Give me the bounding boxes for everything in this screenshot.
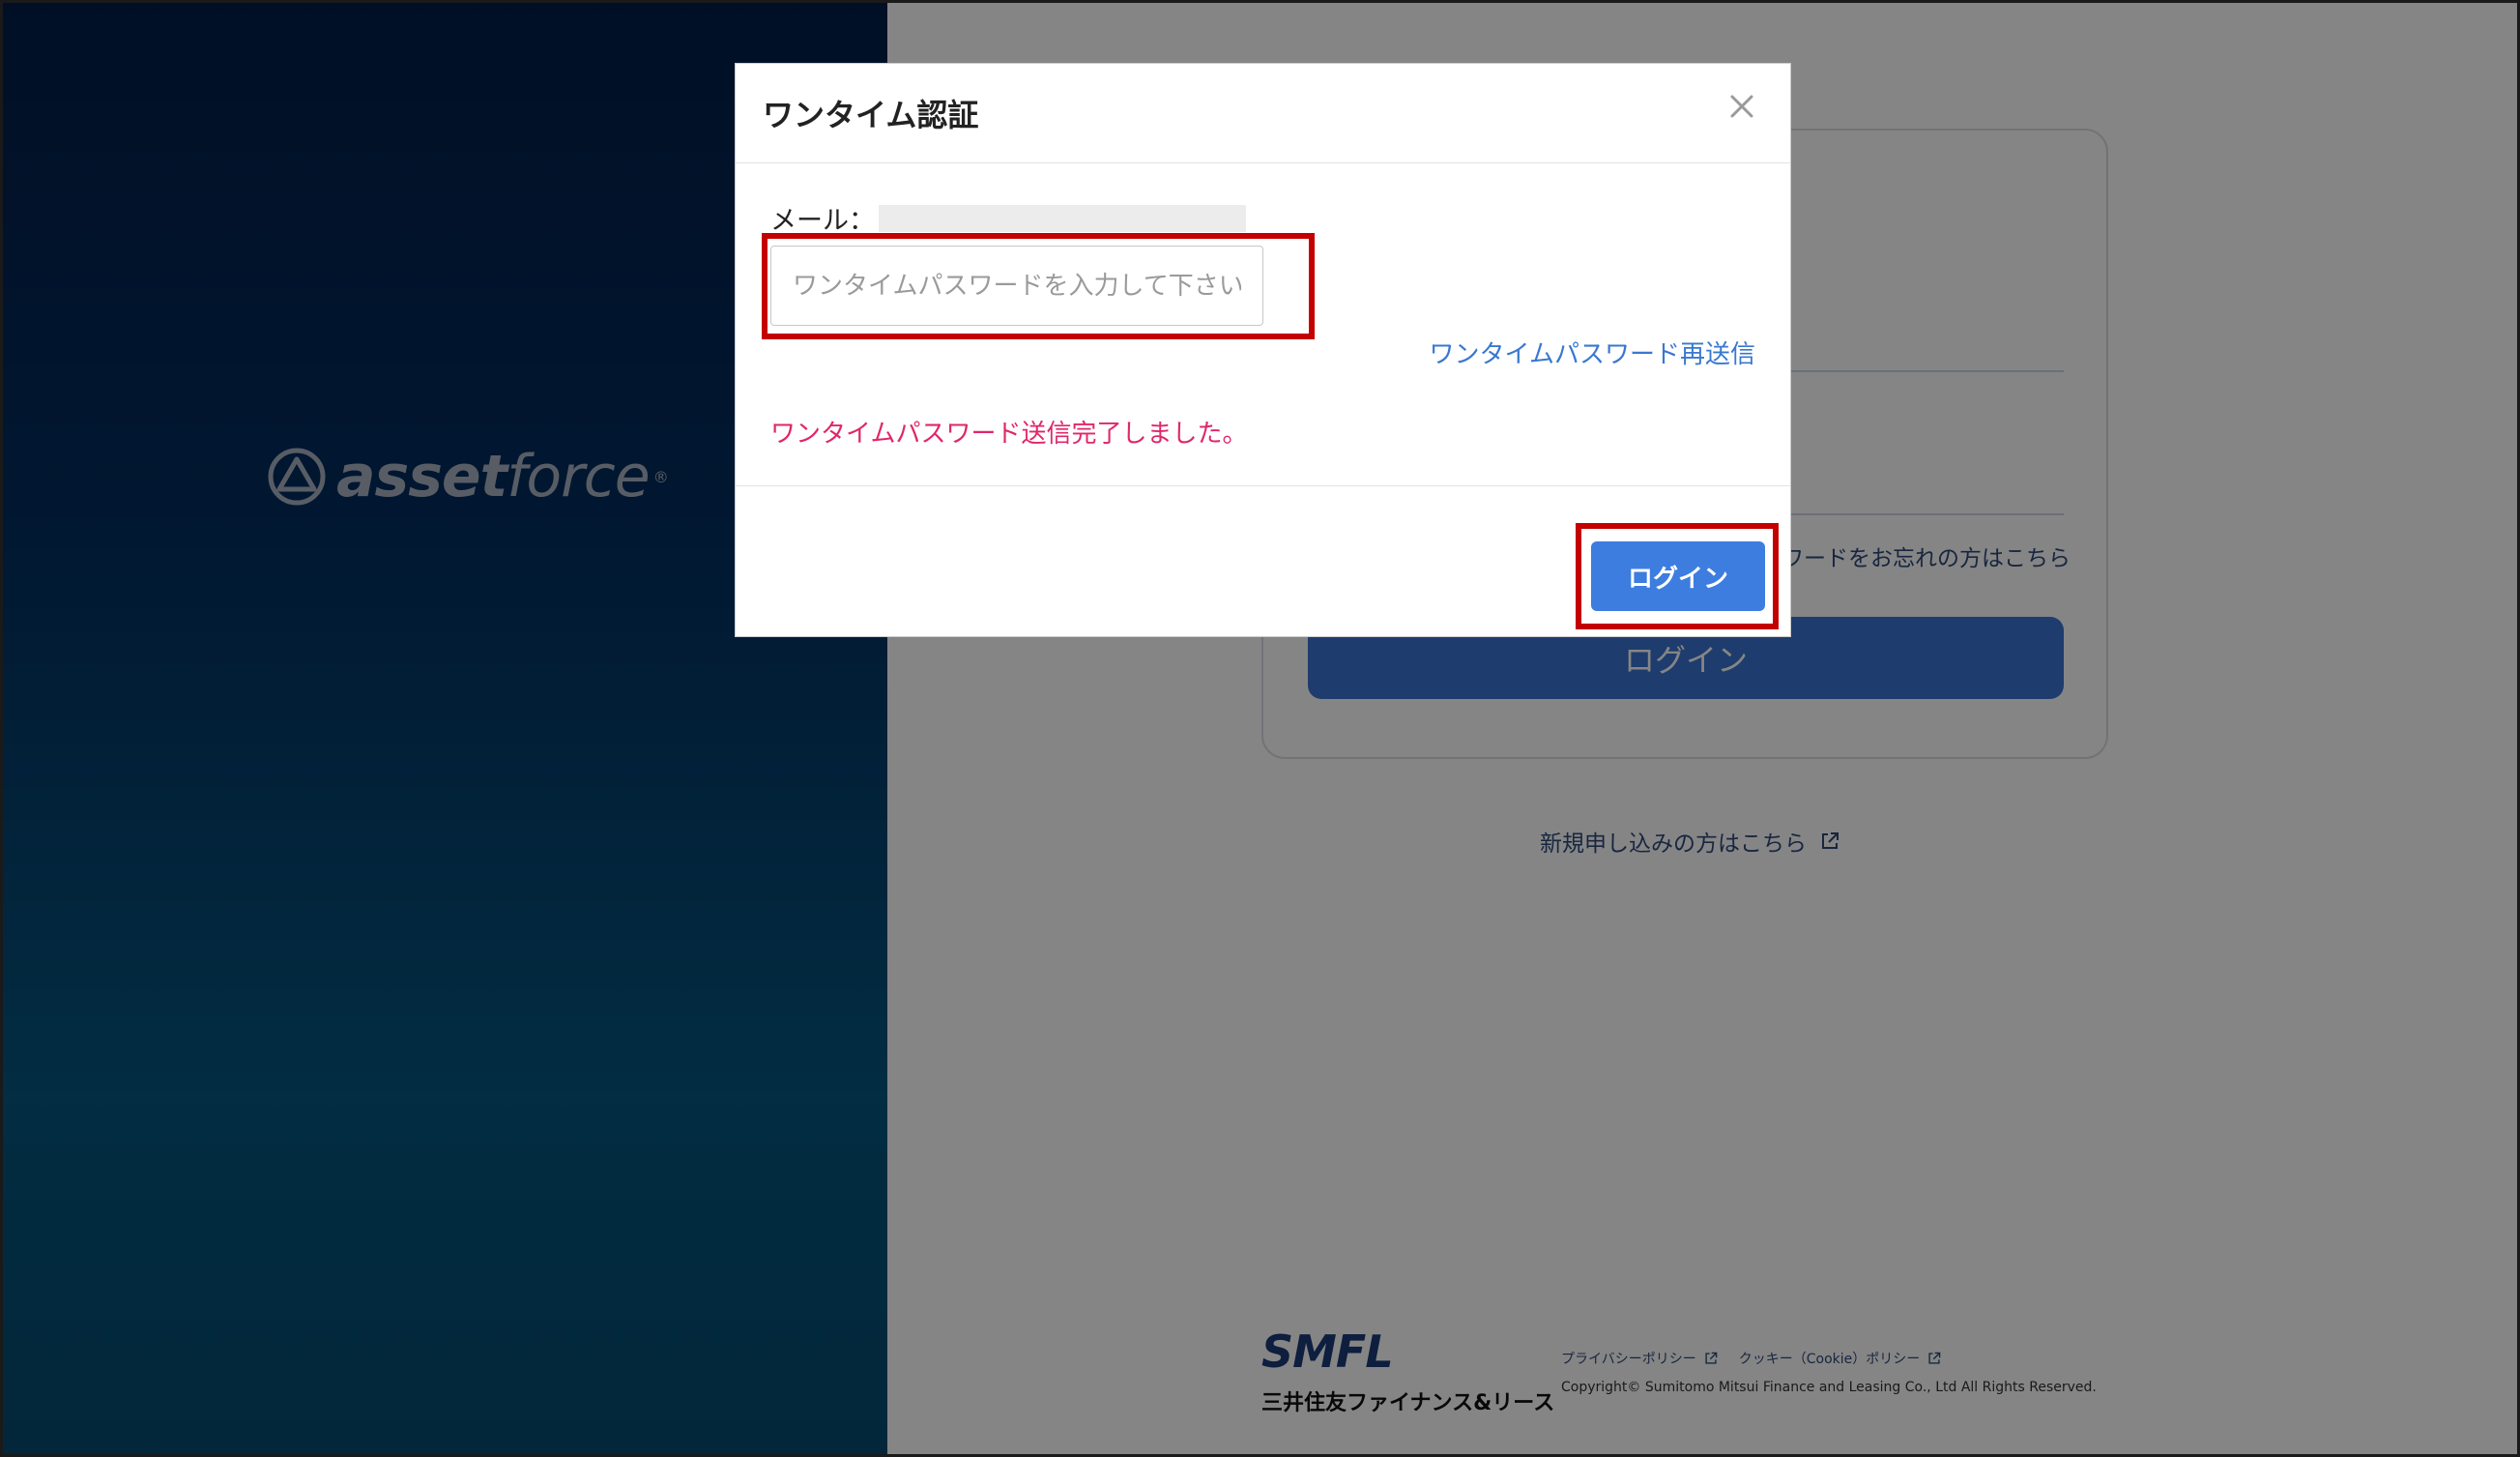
resend-otp-link[interactable]: ワンタイムパスワード再送信 <box>1430 335 1755 370</box>
otp-input[interactable] <box>770 246 1263 326</box>
email-row: メール： <box>770 199 1246 237</box>
modal-title: ワンタイム認証 <box>763 97 979 133</box>
close-button[interactable] <box>1723 87 1761 126</box>
close-icon <box>1730 95 1753 118</box>
email-value-redacted <box>879 204 1246 232</box>
otp-sent-message: ワンタイムパスワード送信完了しました。 <box>770 420 1248 449</box>
modal-header: ワンタイム認証 <box>736 64 1790 163</box>
login-button[interactable]: ログイン <box>1591 541 1765 611</box>
modal-divider <box>736 485 1790 486</box>
screen-frame: assetforce ® ワードをお忘れの方はこちら ログイン 新規申し込みの方… <box>0 0 2520 1457</box>
one-time-auth-modal: ワンタイム認証 メール： ワンタイムパスワード再送信 ワンタイムパスワード送信完… <box>735 63 1791 637</box>
email-label: メール： <box>770 206 875 236</box>
